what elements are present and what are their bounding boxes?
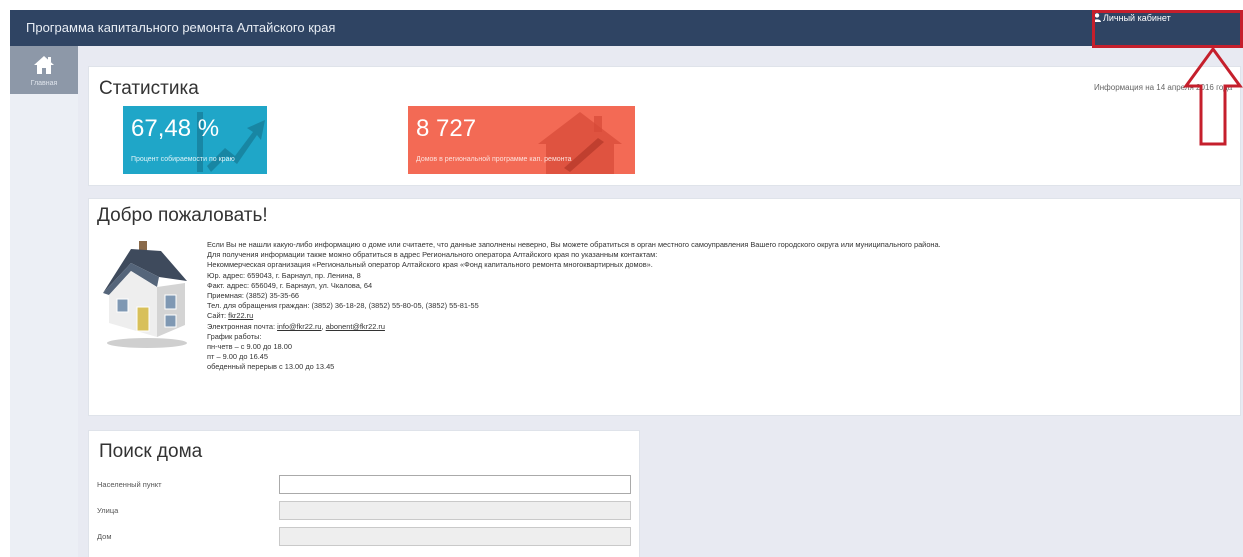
home-icon	[34, 56, 54, 74]
email-label: Электронная почта:	[207, 321, 278, 331]
schedule-line: пт – 9.00 до 16.45	[207, 352, 269, 362]
welcome-title: Добро пожаловать!	[97, 205, 268, 226]
street-input[interactable]	[279, 501, 631, 520]
collection-rate-tile[interactable]: 67,48 % Процент собираемости по краю	[123, 106, 267, 174]
welcome-line: Юр. адрес: 659043, г. Барнаул, пр. Ленин…	[207, 270, 361, 280]
site-link[interactable]: fkr22.ru	[228, 311, 253, 320]
collection-rate-caption: Процент собираемости по краю	[131, 156, 235, 163]
street-label: Улица	[97, 506, 119, 515]
top-bar: Программа капитального ремонта Алтайског…	[10, 10, 1243, 46]
house-illustration	[103, 241, 187, 348]
sidebar-item-home[interactable]: Главная	[10, 46, 78, 94]
settlement-label: Населенный пункт	[97, 480, 162, 489]
email-link-info[interactable]: info@fkr22.ru	[277, 322, 321, 331]
houses-count-value: 8 727	[416, 115, 477, 142]
street-row: Улица	[97, 501, 633, 521]
settlement-row: Населенный пункт	[97, 475, 633, 495]
statistics-title: Статистика	[99, 78, 199, 99]
search-title: Поиск дома	[99, 441, 203, 462]
annotation-arrow-icon	[1183, 46, 1243, 146]
welcome-line: Если Вы не нашли какую-либо информацию о…	[207, 240, 941, 249]
welcome-line: Тел. для обращения граждан: (3852) 36-18…	[207, 301, 479, 311]
welcome-line: Приемная: (3852) 35-35-66	[207, 291, 300, 301]
collection-rate-value: 67,48 %	[131, 115, 220, 142]
welcome-text: Если Вы не нашли какую-либо информацию о…	[207, 240, 941, 373]
house-row: Дом	[97, 527, 633, 547]
email-link-abonent[interactable]: abonent@fkr22.ru	[326, 322, 385, 331]
welcome-line: Некоммерческая организация «Региональный…	[207, 260, 653, 270]
site-line: Сайт: fkr22.ru	[207, 311, 941, 321]
email-line: Электронная почта: info@fkr22.ru, abonen…	[207, 322, 941, 332]
welcome-line: Для получения информации также можно обр…	[207, 250, 658, 260]
house-input[interactable]	[279, 527, 631, 546]
settlement-input[interactable]	[279, 475, 631, 494]
welcome-line: Факт. адрес: 656049, г. Барнаул, ул. Чка…	[207, 280, 373, 290]
house-label: Дом	[97, 532, 112, 541]
statistics-panel: Статистика Информация на 14 апреля 2016 …	[88, 66, 1241, 186]
sidebar-item-label: Главная	[30, 80, 58, 87]
app-title: Программа капитального ремонта Алтайског…	[26, 20, 336, 35]
site-label: Сайт:	[207, 311, 229, 321]
houses-count-tile[interactable]: 8 727 Домов в региональной программе кап…	[408, 106, 635, 174]
schedule-line: График работы:	[207, 331, 262, 341]
schedule-line: обеденный перерыв с 13.00 до 13.45	[207, 362, 335, 372]
welcome-panel: Добро пожаловать! Если Вы не нашли какую…	[88, 198, 1241, 416]
sidebar	[10, 46, 78, 557]
house-wrench-icon	[538, 112, 622, 174]
search-house-panel: Поиск дома Населенный пункт Улица Дом	[88, 430, 640, 557]
annotation-highlight-box	[1092, 10, 1243, 48]
houses-count-caption: Домов в региональной программе кап. ремо…	[416, 156, 572, 163]
schedule-line: пн-четв – с 9.00 до 18.00	[207, 342, 292, 352]
